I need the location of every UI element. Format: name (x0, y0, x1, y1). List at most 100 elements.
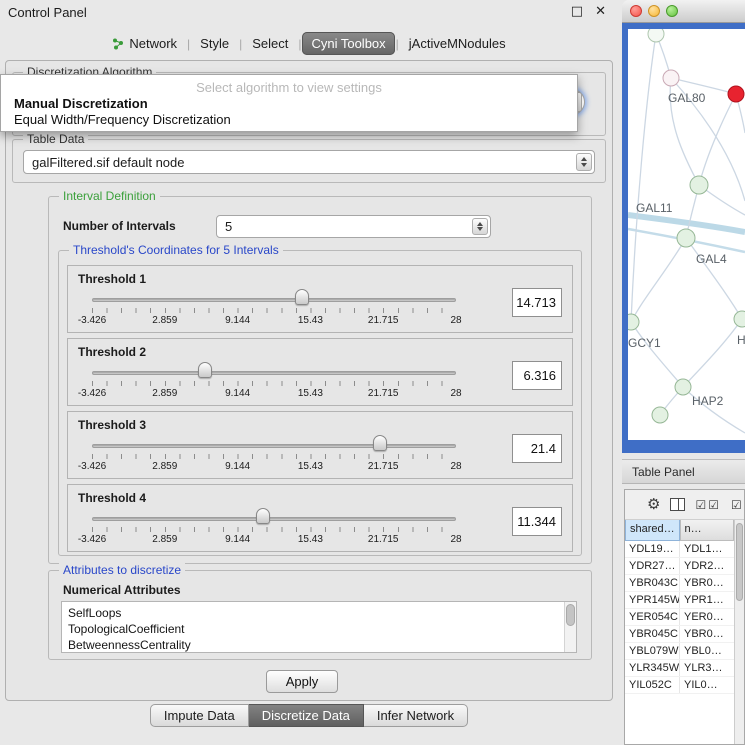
columns-icon[interactable] (670, 498, 685, 511)
settings-gear-icon[interactable]: ⚙ (647, 497, 660, 512)
table-cell[interactable]: YLR345W (625, 660, 679, 676)
bottom-tab-infer-network[interactable]: Infer Network (364, 704, 468, 727)
slider-track (92, 444, 456, 448)
table-cell[interactable]: YBR0… (679, 575, 734, 591)
network-edge[interactable] (631, 34, 656, 322)
table-cell[interactable]: YLR3… (679, 660, 734, 676)
table-cell[interactable]: YBR043C (625, 575, 679, 591)
slider-handle[interactable] (373, 435, 387, 451)
network-canvas-svg[interactable]: GAL80GAL11GAL4GCY1HHAP2 (628, 29, 745, 440)
table-cell[interactable]: YDR27… (625, 558, 679, 574)
tab-jactivemnodules[interactable]: jActiveMNodules (400, 32, 515, 55)
network-node[interactable] (648, 29, 664, 42)
table-data-group: Table Data galFiltered.sif default node (12, 139, 606, 183)
table-cell[interactable]: YER054C (625, 609, 679, 625)
minimize-traffic-light-icon[interactable] (648, 5, 660, 17)
select-columns-checkboxes-icon[interactable]: ☑☑ (695, 499, 721, 511)
slider-handle[interactable] (295, 289, 309, 305)
network-node[interactable] (677, 229, 695, 247)
threshold-slider[interactable]: -3.4262.8599.14415.4321.71528 (92, 507, 456, 549)
close-traffic-light-icon[interactable] (630, 5, 642, 17)
table-cell[interactable]: YPR1… (679, 592, 734, 608)
table-row[interactable]: YER054CYER0… (625, 609, 734, 626)
network-node[interactable] (628, 314, 639, 330)
list-scrollbar[interactable] (564, 602, 576, 652)
table-cell[interactable]: YIL0… (679, 677, 734, 693)
table-cell[interactable]: YBR0… (679, 626, 734, 642)
table-row[interactable]: YBR043CYBR0… (625, 575, 734, 592)
table-cell[interactable]: YBR045C (625, 626, 679, 642)
network-node[interactable] (675, 379, 691, 395)
network-window-titlebar[interactable] (622, 0, 745, 23)
tab-network[interactable]: Network (103, 32, 186, 55)
table-cell[interactable]: YER0… (679, 609, 734, 625)
close-panel-icon[interactable]: ✕ (595, 4, 606, 19)
threshold-value-field[interactable]: 11.344 (512, 507, 562, 536)
screen: Control Panel □ ✕ Network|Style|Select|C… (0, 0, 745, 745)
network-edge[interactable] (683, 319, 742, 387)
attributes-list[interactable]: SelfLoopsTopologicalCoefficientBetweenne… (61, 601, 577, 653)
threshold-panel: Threshold 2-3.4262.8599.14415.4321.71528… (67, 338, 573, 406)
bottom-tab-impute-data[interactable]: Impute Data (150, 704, 249, 727)
table-row[interactable]: YBL079WYBL0… (625, 643, 734, 660)
dropdown-placeholder: Select algorithm to view settings (1, 80, 577, 95)
network-node[interactable] (728, 86, 744, 102)
table-scrollbar[interactable] (734, 520, 744, 744)
table-cell[interactable]: YDL19… (625, 541, 679, 557)
slider-handle[interactable] (198, 362, 212, 378)
table-row[interactable]: YLR345WYLR3… (625, 660, 734, 677)
attribute-item[interactable]: BetweennessCentrality (68, 637, 560, 653)
bottom-tab-discretize-data[interactable]: Discretize Data (249, 704, 364, 727)
table-row[interactable]: YDL19…YDL1… (625, 541, 734, 558)
table-panel-title: Table Panel (632, 465, 695, 479)
node-label: GAL80 (668, 91, 706, 105)
table-cell[interactable]: YPR145W (625, 592, 679, 608)
dropdown-option[interactable]: Equal Width/Frequency Discretization (1, 113, 577, 127)
tab-label: Cyni Toolbox (311, 36, 385, 51)
threshold-slider[interactable]: -3.4262.8599.14415.4321.71528 (92, 434, 456, 476)
network-node[interactable] (690, 176, 708, 194)
float-window-icon[interactable]: □ (571, 4, 583, 19)
table-row[interactable]: YDR27…YDR2… (625, 558, 734, 575)
attribute-item[interactable]: TopologicalCoefficient (68, 621, 560, 637)
table-cell[interactable]: YBL079W (625, 643, 679, 659)
threshold-value-field[interactable]: 14.713 (512, 288, 562, 317)
tab-style[interactable]: Style (191, 32, 238, 55)
threshold-slider[interactable]: -3.4262.8599.14415.4321.71528 (92, 361, 456, 403)
network-node[interactable] (652, 407, 668, 423)
attribute-item[interactable]: SelfLoops (68, 605, 560, 621)
table-scrollbar-thumb[interactable] (736, 523, 743, 601)
table-data-combobox[interactable]: galFiltered.sif default node (23, 150, 595, 174)
network-canvas[interactable]: GAL80GAL11GAL4GCY1HHAP2 (628, 29, 745, 440)
network-node[interactable] (734, 311, 745, 327)
table-cell[interactable]: YDL1… (679, 541, 734, 557)
threshold-value-field[interactable]: 21.4 (512, 434, 562, 463)
table-row[interactable]: YBR045CYBR0… (625, 626, 734, 643)
interval-definition-label: Interval Definition (59, 189, 160, 203)
dropdown-option[interactable]: Manual Discretization (1, 97, 577, 111)
node-label: GCY1 (628, 336, 661, 350)
scale-label: -3.426 (78, 534, 106, 545)
slider-handle[interactable] (256, 508, 270, 524)
threshold-slider[interactable]: -3.4262.8599.14415.4321.71528 (92, 288, 456, 330)
zoom-traffic-light-icon[interactable] (666, 5, 678, 17)
table-body: YDL19…YDL1…YDR27…YDR2…YBR043CYBR0…YPR145… (625, 541, 734, 744)
table-cell[interactable]: YDR2… (679, 558, 734, 574)
tab-cyni-toolbox[interactable]: Cyni Toolbox (302, 32, 394, 55)
apply-button[interactable]: Apply (266, 670, 338, 693)
scale-label: 28 (450, 534, 461, 545)
table-cell[interactable]: YIL052C (625, 677, 679, 693)
network-edge[interactable] (631, 238, 686, 322)
number-of-intervals-combobox[interactable]: 5 (216, 215, 491, 238)
network-node[interactable] (663, 70, 679, 86)
column-header[interactable]: n… (680, 520, 735, 541)
column-header[interactable]: shared… (625, 520, 680, 541)
table-row[interactable]: YPR145WYPR1… (625, 592, 734, 609)
network-edge[interactable] (631, 322, 683, 387)
list-scrollbar-thumb[interactable] (566, 604, 575, 626)
threshold-value-field[interactable]: 6.316 (512, 361, 562, 390)
tab-select[interactable]: Select (243, 32, 297, 55)
select-rows-checkboxes-icon[interactable]: ☑☑ (731, 499, 744, 511)
table-cell[interactable]: YBL0… (679, 643, 734, 659)
table-row[interactable]: YIL052CYIL0… (625, 677, 734, 694)
